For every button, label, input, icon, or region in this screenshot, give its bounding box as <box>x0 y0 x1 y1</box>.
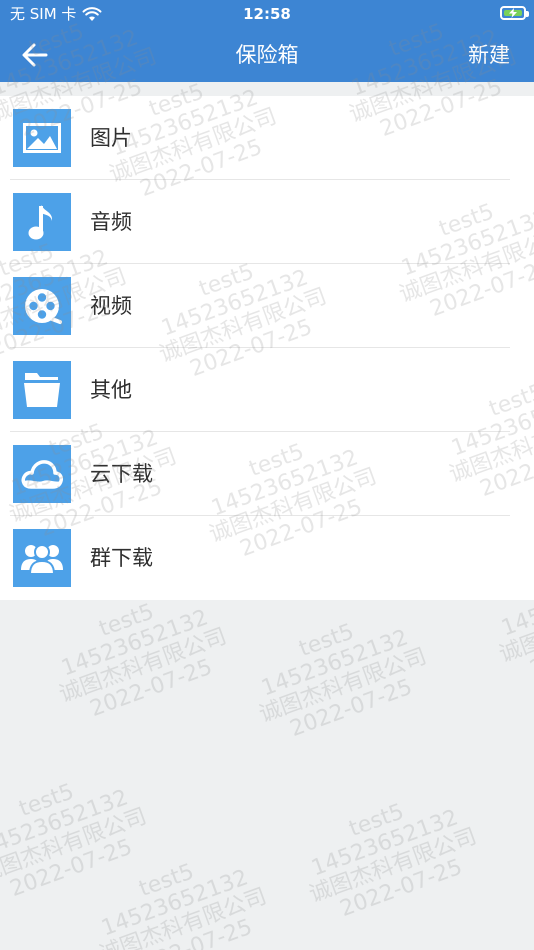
watermark-line: 诚图杰科有限公司 <box>56 623 231 708</box>
watermark-line: 2022-07-25 <box>286 674 416 742</box>
watermark-text: test514523652132诚图杰科有限公司2022-07-25 <box>290 780 488 930</box>
watermark-line: 14523652132 <box>0 785 132 862</box>
list-item-video[interactable]: 视频 <box>0 264 534 348</box>
watermark-line: 2022-07-25 <box>126 914 256 950</box>
watermark-line: test5 <box>15 779 78 823</box>
watermark-line: 2022-07-25 <box>86 654 216 722</box>
list-item-label: 群下载 <box>90 546 153 570</box>
battery-icon <box>500 6 529 20</box>
list-item-label: 图片 <box>90 126 132 150</box>
list-item-label: 音频 <box>90 210 132 234</box>
status-time: 12:58 <box>243 5 291 23</box>
watermark-line: 14523652132 <box>308 805 462 882</box>
vault-category-list: 图片 音频 视频 其他 云下载 群下载 <box>0 96 534 600</box>
watermark-line: 14523652132 <box>58 605 212 682</box>
group-icon <box>13 529 71 587</box>
watermark-line: test5 <box>295 619 358 663</box>
list-item-other[interactable]: 其他 <box>0 348 534 432</box>
watermark-line: 诚图杰科有限公司 <box>0 803 151 888</box>
watermark-text: test514523652132诚图杰科有限公司2022-07-25 <box>520 720 534 870</box>
watermark-line: test5 <box>345 799 408 843</box>
list-item-cloud-download[interactable]: 云下载 <box>0 432 534 516</box>
watermark-text: test514523652132诚图杰科有限公司2022-07-25 <box>40 580 238 730</box>
watermark-line: 2022-07-25 <box>6 834 136 902</box>
watermark-line: test5 <box>520 720 534 803</box>
watermark-text: test514523652132诚图杰科有限公司2022-07-25 <box>240 600 438 750</box>
app-header: 无 SIM 卡 12:58 保险箱 新建 <box>0 0 534 82</box>
watermark-line: 14523652132 <box>258 625 412 702</box>
page-title: 保险箱 <box>235 43 299 67</box>
status-bar: 无 SIM 卡 12:58 <box>0 0 534 28</box>
watermark-line: 14523652132 <box>528 742 534 825</box>
navigation-bar: 保险箱 新建 <box>0 28 534 82</box>
list-item-group-download[interactable]: 群下载 <box>0 516 534 600</box>
folder-icon <box>13 361 71 419</box>
video-reel-icon <box>13 277 71 335</box>
new-button[interactable]: 新建 <box>468 28 510 82</box>
list-item-label: 视频 <box>90 294 132 318</box>
list-item-images[interactable]: 图片 <box>0 96 534 180</box>
cloud-icon <box>13 445 71 503</box>
watermark-line: 诚图杰科有限公司 <box>306 823 481 908</box>
watermark-text: test514523652132诚图杰科有限公司2022-07-25 <box>80 840 278 950</box>
watermark-line: test5 <box>135 859 198 903</box>
music-note-icon <box>13 193 71 251</box>
watermark-line: 2022-07-25 <box>526 614 534 682</box>
list-item-label: 其他 <box>90 378 132 402</box>
watermark-line: 14523652132 <box>98 865 252 942</box>
watermark-line: 2022-07-25 <box>336 854 466 922</box>
list-item-audio[interactable]: 音频 <box>0 180 534 264</box>
watermark-line: 诚图杰科有限公司 <box>96 883 271 950</box>
watermark-line: 诚图杰科有限公司 <box>256 643 431 728</box>
watermark-text: test514523652132诚图杰科有限公司2022-07-25 <box>0 760 158 910</box>
list-item-label: 云下载 <box>90 462 153 486</box>
image-icon <box>13 109 71 167</box>
